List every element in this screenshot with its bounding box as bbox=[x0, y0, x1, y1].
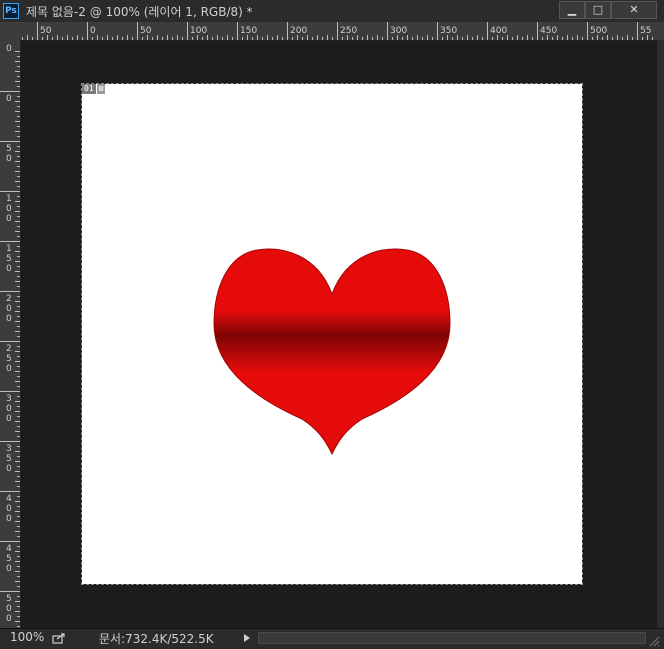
ruler-h-label: 100 bbox=[190, 26, 207, 36]
maximize-button[interactable]: □ bbox=[585, 1, 611, 19]
horizontal-ruler-ticks: 50 0 50 100 150 200 250 300 350 400 450 500 55 bbox=[22, 22, 653, 40]
title-bar: Ps 제목 없음-2 @ 100% (레이어 1, RGB/8) * ▁ □ ✕ bbox=[0, 0, 664, 23]
ruler-h-label: 0 bbox=[90, 26, 96, 36]
document-canvas[interactable]: 01 ⊠ bbox=[81, 83, 583, 585]
zoom-level[interactable]: 100% bbox=[10, 630, 44, 644]
ruler-v-label: 0 bbox=[6, 264, 12, 274]
ruler-v-label: 1 bbox=[6, 194, 12, 204]
ruler-v-label: 2 bbox=[6, 294, 12, 304]
ruler-v-label: 4 bbox=[6, 494, 12, 504]
ruler-v-label: 0 bbox=[6, 514, 12, 524]
resize-grip-icon[interactable] bbox=[648, 635, 660, 647]
ruler-v-label: 3 bbox=[6, 444, 12, 454]
ruler-v-label: 0 bbox=[6, 44, 12, 54]
vertical-scrollbar[interactable] bbox=[657, 40, 664, 628]
document-title: 제목 없음-2 @ 100% (레이어 1, RGB/8) * bbox=[26, 5, 253, 19]
ruler-h-label: 55 bbox=[640, 26, 651, 36]
ruler-v-label: 5 bbox=[6, 354, 12, 364]
ruler-h-label: 50 bbox=[140, 26, 152, 36]
ruler-v-label: 4 bbox=[6, 544, 12, 554]
horizontal-scrollbar[interactable] bbox=[258, 632, 646, 644]
horizontal-ruler[interactable]: 50 0 50 100 150 200 250 300 350 400 450 500 55 bbox=[0, 22, 664, 41]
ruler-h-label: 50 bbox=[40, 26, 52, 36]
ruler-h-label: 200 bbox=[290, 26, 307, 36]
ruler-v-label: 0 bbox=[6, 314, 12, 324]
ruler-v-label: 5 bbox=[6, 594, 12, 604]
vertical-ruler[interactable]: 0050100150200250300350400450500 bbox=[0, 40, 21, 628]
ruler-v-label: 0 bbox=[6, 464, 12, 474]
vertical-ruler-ticks: 0050100150200250300350400450500 bbox=[0, 44, 20, 627]
ruler-h-label: 350 bbox=[440, 26, 457, 36]
ruler-v-label: 0 bbox=[6, 564, 12, 574]
ruler-h-label: 150 bbox=[240, 26, 257, 36]
ruler-v-label: 5 bbox=[6, 254, 12, 264]
ruler-v-label: 0 bbox=[6, 504, 12, 514]
ruler-v-label: 5 bbox=[6, 144, 12, 154]
ruler-v-label: 0 bbox=[6, 404, 12, 414]
ruler-v-label: 0 bbox=[6, 304, 12, 314]
ruler-v-label: 3 bbox=[6, 394, 12, 404]
share-icon[interactable] bbox=[52, 632, 66, 644]
heart-artwork bbox=[213, 248, 451, 456]
ruler-v-label: 0 bbox=[6, 364, 12, 374]
ruler-v-label: 0 bbox=[6, 604, 12, 614]
close-button[interactable]: ✕ bbox=[611, 1, 657, 19]
status-menu-arrow-icon[interactable] bbox=[242, 633, 252, 643]
ruler-h-label: 250 bbox=[340, 26, 357, 36]
ruler-v-label: 5 bbox=[6, 454, 12, 464]
ruler-v-label: 0 bbox=[6, 94, 12, 104]
ruler-v-label: 2 bbox=[6, 344, 12, 354]
ruler-v-label: 5 bbox=[6, 554, 12, 564]
ruler-v-label: 1 bbox=[6, 244, 12, 254]
ruler-h-label: 300 bbox=[390, 26, 407, 36]
photoshop-app-icon: Ps bbox=[3, 3, 19, 19]
ruler-h-label: 450 bbox=[540, 26, 557, 36]
ruler-h-label: 400 bbox=[490, 26, 507, 36]
ruler-h-label: 500 bbox=[590, 26, 607, 36]
ruler-v-label: 0 bbox=[6, 614, 12, 624]
document-size-info: 문서:732.4K/522.5K bbox=[99, 632, 214, 646]
ruler-v-label: 0 bbox=[6, 214, 12, 224]
ruler-v-label: 0 bbox=[6, 414, 12, 424]
heart-shape bbox=[213, 248, 451, 456]
ruler-v-label: 0 bbox=[6, 204, 12, 214]
status-bar: 100% 문서:732.4K/522.5K bbox=[0, 628, 664, 649]
ruler-v-label: 0 bbox=[6, 154, 12, 164]
minimize-button[interactable]: ▁ bbox=[559, 1, 585, 19]
